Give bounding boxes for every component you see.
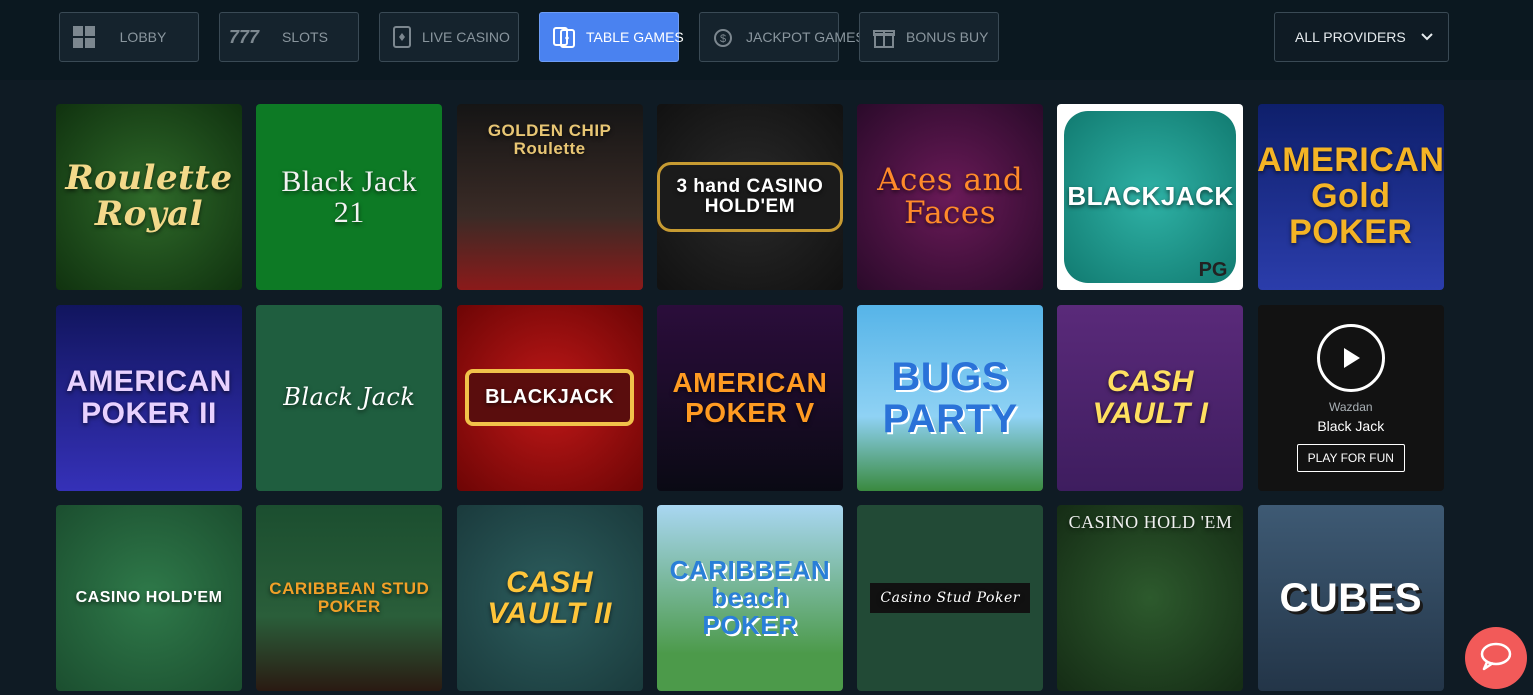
tab-lobby[interactable]: LOBBY xyxy=(59,12,199,62)
game-card-black-jack[interactable]: Black Jack xyxy=(256,304,443,491)
tab-jackpot-games[interactable]: $ JACKPOT GAMES xyxy=(699,12,865,62)
grid-icon xyxy=(72,25,96,49)
game-title: BLACKJACK xyxy=(1067,181,1234,212)
card-icon xyxy=(392,25,412,49)
tab-label: BONUS BUY xyxy=(906,29,989,45)
game-title: Roulette Royal xyxy=(65,158,233,234)
chevron-down-icon xyxy=(1420,29,1434,45)
tab-label: TABLE GAMES xyxy=(586,29,684,45)
game-title: CARIBBEAN beach POKER xyxy=(669,555,831,640)
tab-bonus-buy[interactable]: BONUS BUY xyxy=(859,12,999,62)
play-for-fun-button[interactable]: PLAY FOR FUN xyxy=(1296,443,1405,472)
cards-icon xyxy=(552,25,576,49)
game-provider: Wazdan xyxy=(1328,399,1373,414)
provider-badge: PG xyxy=(1198,259,1228,281)
game-card-3-hand-casino-holdem[interactable]: 3 hand CASINO HOLD'EM xyxy=(656,104,843,290)
game-title: Black Jack xyxy=(283,382,416,411)
game-card-casino-holdem[interactable]: CASINO HOLD'EM xyxy=(56,505,242,691)
game-title: Black Jack 21 xyxy=(281,164,418,229)
game-title: CASINO HOLD 'EM xyxy=(1068,512,1233,532)
play-icon[interactable] xyxy=(1316,323,1385,392)
game-card-black-jack-wazdan-hover[interactable]: Wazdan Black Jack PLAY FOR FUN xyxy=(1257,304,1444,491)
game-title: CASH VAULT II xyxy=(487,565,612,630)
game-card-aces-and-faces[interactable]: Aces and Faces xyxy=(857,104,1044,290)
game-title: AMERICAN POKER II xyxy=(66,365,232,430)
game-title: GOLDEN CHIP Roulette xyxy=(487,121,612,158)
game-title: 3 hand CASINO HOLD'EM xyxy=(656,162,843,232)
game-art: BLACKJACK xyxy=(1064,111,1237,283)
game-title: Black Jack xyxy=(1317,417,1385,434)
chat-button[interactable] xyxy=(1465,627,1527,689)
game-card-cubes[interactable]: CUBES xyxy=(1257,505,1444,691)
game-card-blackjack-pg[interactable]: BLACKJACK PG xyxy=(1057,104,1244,290)
game-card-cash-vault-ii[interactable]: CASH VAULT II xyxy=(456,505,643,691)
game-card-casino-hold-em[interactable]: CASINO HOLD 'EM xyxy=(1057,505,1244,691)
tab-slots[interactable]: 777 SLOTS xyxy=(219,12,359,62)
game-title: AMERICAN Gold POKER xyxy=(1257,141,1444,251)
category-nav: LOBBY 777 SLOTS LIVE CASINO TABLE GAMES … xyxy=(59,12,999,62)
game-title: Casino Stud Poker xyxy=(870,582,1030,614)
tab-label: LOBBY xyxy=(119,29,167,45)
svg-text:$: $ xyxy=(720,33,726,45)
game-card-american-poker-ii[interactable]: AMERICAN POKER II xyxy=(56,304,242,491)
game-card-american-gold-poker[interactable]: AMERICAN Gold POKER xyxy=(1257,104,1444,290)
game-card-american-poker-v[interactable]: AMERICAN POKER V xyxy=(656,304,843,491)
sevens-icon: 777 xyxy=(228,26,260,47)
game-title: BUGS PARTY xyxy=(882,354,1018,441)
providers-label: ALL PROVIDERS xyxy=(1295,29,1406,45)
game-title: AMERICAN POKER V xyxy=(672,367,828,428)
providers-dropdown[interactable]: ALL PROVIDERS xyxy=(1274,12,1449,62)
game-title: CUBES xyxy=(1279,576,1423,620)
tab-table-games[interactable]: TABLE GAMES xyxy=(539,12,684,62)
game-card-blackjack[interactable]: BLACKJACK xyxy=(456,304,643,491)
game-card-golden-chip-roulette[interactable]: GOLDEN CHIP Roulette xyxy=(456,104,643,290)
tab-label: LIVE CASINO xyxy=(422,29,510,45)
chat-bubble-icon xyxy=(1479,641,1513,676)
tab-label: SLOTS xyxy=(282,29,328,45)
tab-live-casino[interactable]: LIVE CASINO xyxy=(379,12,519,62)
game-card-black-jack-21[interactable]: Black Jack 21 xyxy=(256,104,443,290)
game-card-caribbean-beach-poker[interactable]: CARIBBEAN beach POKER xyxy=(656,505,843,691)
top-bar: LOBBY 777 SLOTS LIVE CASINO TABLE GAMES … xyxy=(0,0,1533,80)
game-card-casino-stud-poker[interactable]: Casino Stud Poker xyxy=(857,505,1044,691)
games-grid: Roulette Royal Black Jack 21 GOLDEN CHIP… xyxy=(56,104,1444,691)
game-card-cash-vault-i[interactable]: CASH VAULT I xyxy=(1057,304,1244,491)
gift-icon xyxy=(872,25,896,49)
game-title: CARIBBEAN STUD POKER xyxy=(269,579,430,616)
game-title: CASINO HOLD'EM xyxy=(75,588,223,606)
game-title: CASH VAULT I xyxy=(1092,365,1209,430)
game-card-caribbean-stud-poker[interactable]: CARIBBEAN STUD POKER xyxy=(256,505,443,691)
game-title: BLACKJACK xyxy=(465,369,635,426)
game-title: Aces and Faces xyxy=(877,162,1024,231)
money-icon: $ xyxy=(712,25,736,49)
game-card-roulette-royal[interactable]: Roulette Royal xyxy=(56,104,242,290)
game-card-bugs-party[interactable]: BUGS PARTY xyxy=(857,304,1044,491)
